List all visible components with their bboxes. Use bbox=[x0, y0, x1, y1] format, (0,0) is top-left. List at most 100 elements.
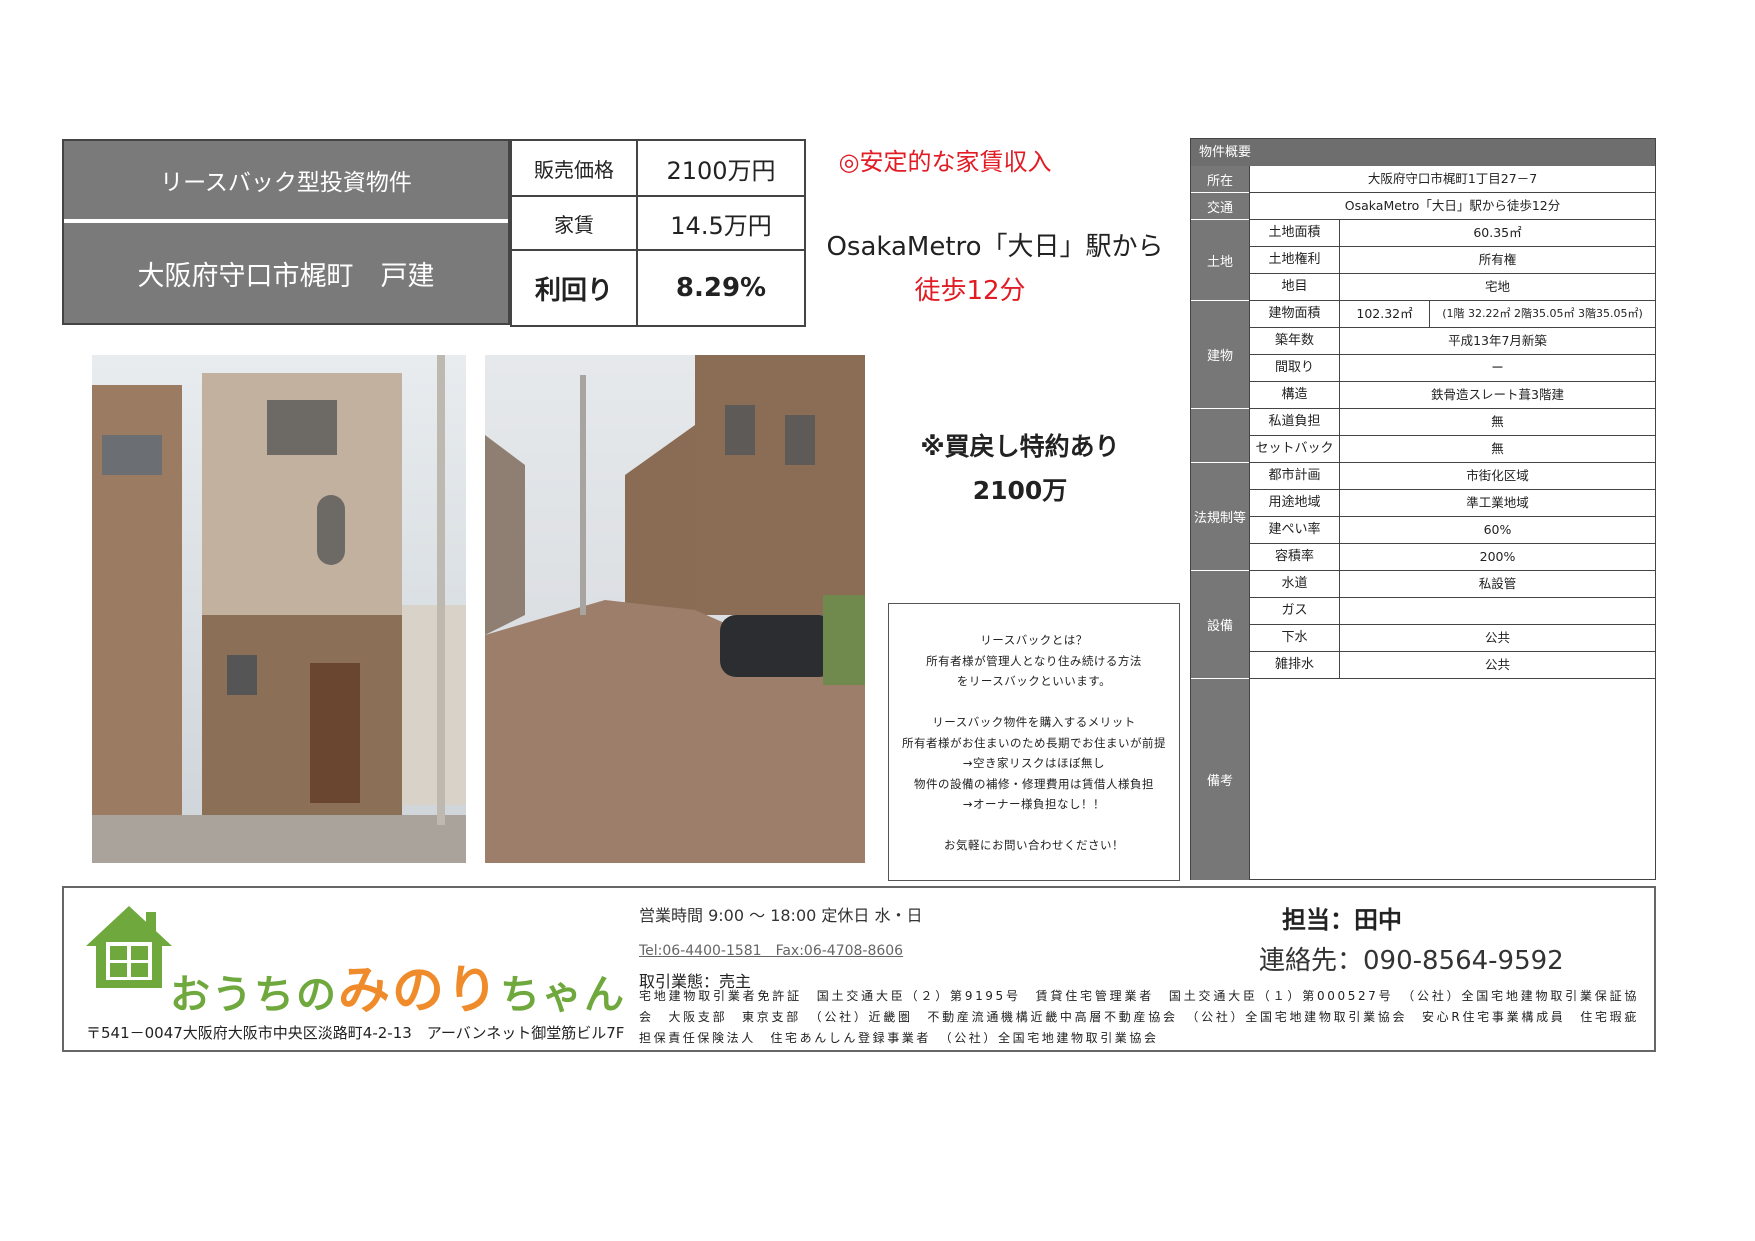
coverage-row: 建ぺい率 60% bbox=[1249, 517, 1655, 544]
note-line bbox=[889, 692, 1179, 713]
city-plan-value: 市街化区域 bbox=[1466, 468, 1529, 483]
note-line: →オーナー様負担なし！！ bbox=[962, 797, 1106, 811]
city-plan-label: 都市計画 bbox=[1249, 463, 1340, 489]
gas-row: ガス bbox=[1249, 598, 1655, 625]
price-label: 販売価格 bbox=[510, 139, 638, 197]
note-line: お気軽にお問い合わせください！ bbox=[944, 838, 1124, 852]
location-row: 大阪府守口市梶町1丁目27－7 bbox=[1249, 166, 1655, 193]
business-hours: 営業時間 9:00 〜 18:00 定休日 水・日 bbox=[639, 906, 923, 925]
yield-value: 8.29% bbox=[636, 249, 806, 327]
note-line: リースバック物件を購入するメリット bbox=[932, 715, 1136, 729]
buyback-price: 2100万 bbox=[972, 476, 1068, 505]
logo-text-green-2: ちゃん bbox=[500, 972, 627, 1018]
buyback-clause: ※買戻し特約あり 2100万 bbox=[900, 425, 1140, 513]
house-front-photo bbox=[92, 355, 466, 863]
company-logo-text: おうちのみのりちゃん bbox=[170, 948, 626, 1023]
land-group-label: 土地 bbox=[1191, 220, 1249, 301]
remarks-area bbox=[1249, 679, 1655, 880]
contact-phone: 連絡先：090-8564-9592 bbox=[1259, 946, 1564, 976]
law-group-label: 法規制等 bbox=[1191, 463, 1249, 571]
building-area-value: 102.32㎡ bbox=[1340, 301, 1430, 327]
gas-value bbox=[1340, 598, 1655, 624]
land-type-value: 宅地 bbox=[1484, 279, 1510, 294]
far-value: 200% bbox=[1479, 549, 1516, 564]
drain-label: 雑排水 bbox=[1249, 652, 1340, 678]
location-label: 所在 bbox=[1191, 166, 1249, 193]
location-value: 大阪府守口市梶町1丁目27－7 bbox=[1249, 166, 1655, 192]
buyback-line1: ※買戻し特約あり bbox=[920, 432, 1120, 461]
structure-label: 構造 bbox=[1249, 382, 1340, 408]
sewer-value: 公共 bbox=[1484, 630, 1510, 645]
note-line: 所有者様がお住まいのため長期でお住まいが前提 bbox=[902, 735, 1166, 750]
gas-label: ガス bbox=[1249, 598, 1340, 624]
license-info: 宅地建物取引業者免許証 国土交通大臣（２）第9195号 賃貸住宅管理業者 国土交… bbox=[639, 989, 1639, 1045]
building-group-label: 建物 bbox=[1191, 301, 1249, 409]
structure-row: 構造 鉄骨造スレート葺3階建 bbox=[1249, 382, 1655, 409]
company-footer: おうちのみのりちゃん 〒541－0047大阪府大阪市中央区淡路町4-2-13 ア… bbox=[62, 886, 1656, 1052]
structure-value: 鉄骨造スレート葺3階建 bbox=[1431, 387, 1564, 402]
layout-row: 間取り ー bbox=[1249, 355, 1655, 382]
company-address: 〒541－0047大阪府大阪市中央区淡路町4-2-13 アーバンネット御堂筋ビル… bbox=[86, 1024, 625, 1042]
transport-row: OsakaMetro「大日」駅から徒歩12分 bbox=[1249, 193, 1655, 220]
tel-fax-link[interactable]: Tel:06-4400-1581 Fax:06-4708-8606 bbox=[639, 940, 903, 960]
sewer-row: 下水 公共 bbox=[1249, 625, 1655, 652]
station-access: OsakaMetro「大日」駅から bbox=[826, 232, 1164, 262]
walk-time: 徒歩12分 bbox=[914, 276, 1026, 306]
rent-label: 家賃 bbox=[510, 195, 638, 251]
private-road-value: 無 bbox=[1491, 414, 1504, 429]
private-road-row: 私道負担 無 bbox=[1249, 409, 1655, 436]
water-value: 私設管 bbox=[1478, 576, 1517, 591]
city-plan-row: 都市計画 市街化区域 bbox=[1249, 463, 1655, 490]
remarks-label: 備考 bbox=[1191, 679, 1249, 880]
land-area-label: 土地面積 bbox=[1249, 220, 1340, 246]
overview-title: 物件概要 bbox=[1191, 139, 1655, 166]
zoning-row: 用途地域 準工業地域 bbox=[1249, 490, 1655, 517]
facility-group-label: 設備 bbox=[1191, 571, 1249, 679]
age-row: 築年数 平成13年7月新築 bbox=[1249, 328, 1655, 355]
agent-name: 担当：田中 bbox=[1282, 906, 1402, 934]
property-address-title: 大阪府守口市梶町 戸建 bbox=[64, 223, 508, 323]
far-label: 容積率 bbox=[1249, 544, 1340, 570]
far-row: 容積率 200% bbox=[1249, 544, 1655, 571]
house-logo-icon bbox=[84, 902, 174, 996]
land-area-value: 60.35㎡ bbox=[1473, 225, 1522, 240]
land-right-label: 土地権利 bbox=[1249, 247, 1340, 273]
yield-label: 利回り bbox=[510, 249, 638, 327]
zoning-label: 用途地域 bbox=[1249, 490, 1340, 516]
building-area-row: 建物面積 102.32㎡ (1階 32.22㎡ 2階35.05㎡ 3階35.05… bbox=[1249, 301, 1655, 328]
coverage-value: 60% bbox=[1483, 522, 1512, 537]
rent-value: 14.5万円 bbox=[636, 195, 806, 251]
note-line: リースバックとは？ bbox=[980, 633, 1088, 647]
property-category: リースバック型投資物件 bbox=[64, 141, 508, 221]
setback-value: 無 bbox=[1491, 441, 1504, 456]
water-row: 水道 私設管 bbox=[1249, 571, 1655, 598]
leaseback-explanation: リースバックとは？ 所有者様が管理人となり住み続ける方法 をリースバックといいま… bbox=[888, 603, 1180, 881]
property-header: リースバック型投資物件 大阪府守口市梶町 戸建 bbox=[62, 139, 510, 325]
land-type-row: 地目 宅地 bbox=[1249, 274, 1655, 301]
age-value: 平成13年7月新築 bbox=[1448, 333, 1547, 348]
land-right-value: 所有権 bbox=[1478, 252, 1517, 267]
drain-value: 公共 bbox=[1484, 657, 1510, 672]
setback-label: セットバック bbox=[1249, 436, 1340, 462]
transport-value: OsakaMetro「大日」駅から徒歩12分 bbox=[1249, 193, 1655, 219]
note-line: →空き家リスクはほぼ無し bbox=[962, 756, 1106, 770]
logo-text-orange: みのり bbox=[338, 961, 501, 1021]
price-table: 販売価格 2100万円 家賃 14.5万円 利回り 8.29% bbox=[510, 139, 806, 327]
land-area-row: 土地面積 60.35㎡ bbox=[1249, 220, 1655, 247]
coverage-label: 建ぺい率 bbox=[1249, 517, 1340, 543]
note-line: をリースバックといいます。 bbox=[956, 674, 1112, 688]
land-type-label: 地目 bbox=[1249, 274, 1340, 300]
misc-group-label bbox=[1191, 409, 1249, 463]
layout-value: ー bbox=[1491, 360, 1504, 375]
building-area-detail: (1階 32.22㎡ 2階35.05㎡ 3階35.05㎡) bbox=[1442, 307, 1643, 320]
drain-row: 雑排水 公共 bbox=[1249, 652, 1655, 679]
age-label: 築年数 bbox=[1249, 328, 1340, 354]
setback-row: セットバック 無 bbox=[1249, 436, 1655, 463]
land-right-row: 土地権利 所有権 bbox=[1249, 247, 1655, 274]
transport-label: 交通 bbox=[1191, 193, 1249, 220]
water-label: 水道 bbox=[1249, 571, 1340, 597]
logo-text-green: おうちの bbox=[170, 972, 338, 1018]
sewer-label: 下水 bbox=[1249, 625, 1340, 651]
zoning-value: 準工業地域 bbox=[1466, 495, 1529, 510]
note-line: 物件の設備の補修・修理費用は賃借人様負担 bbox=[914, 776, 1154, 791]
